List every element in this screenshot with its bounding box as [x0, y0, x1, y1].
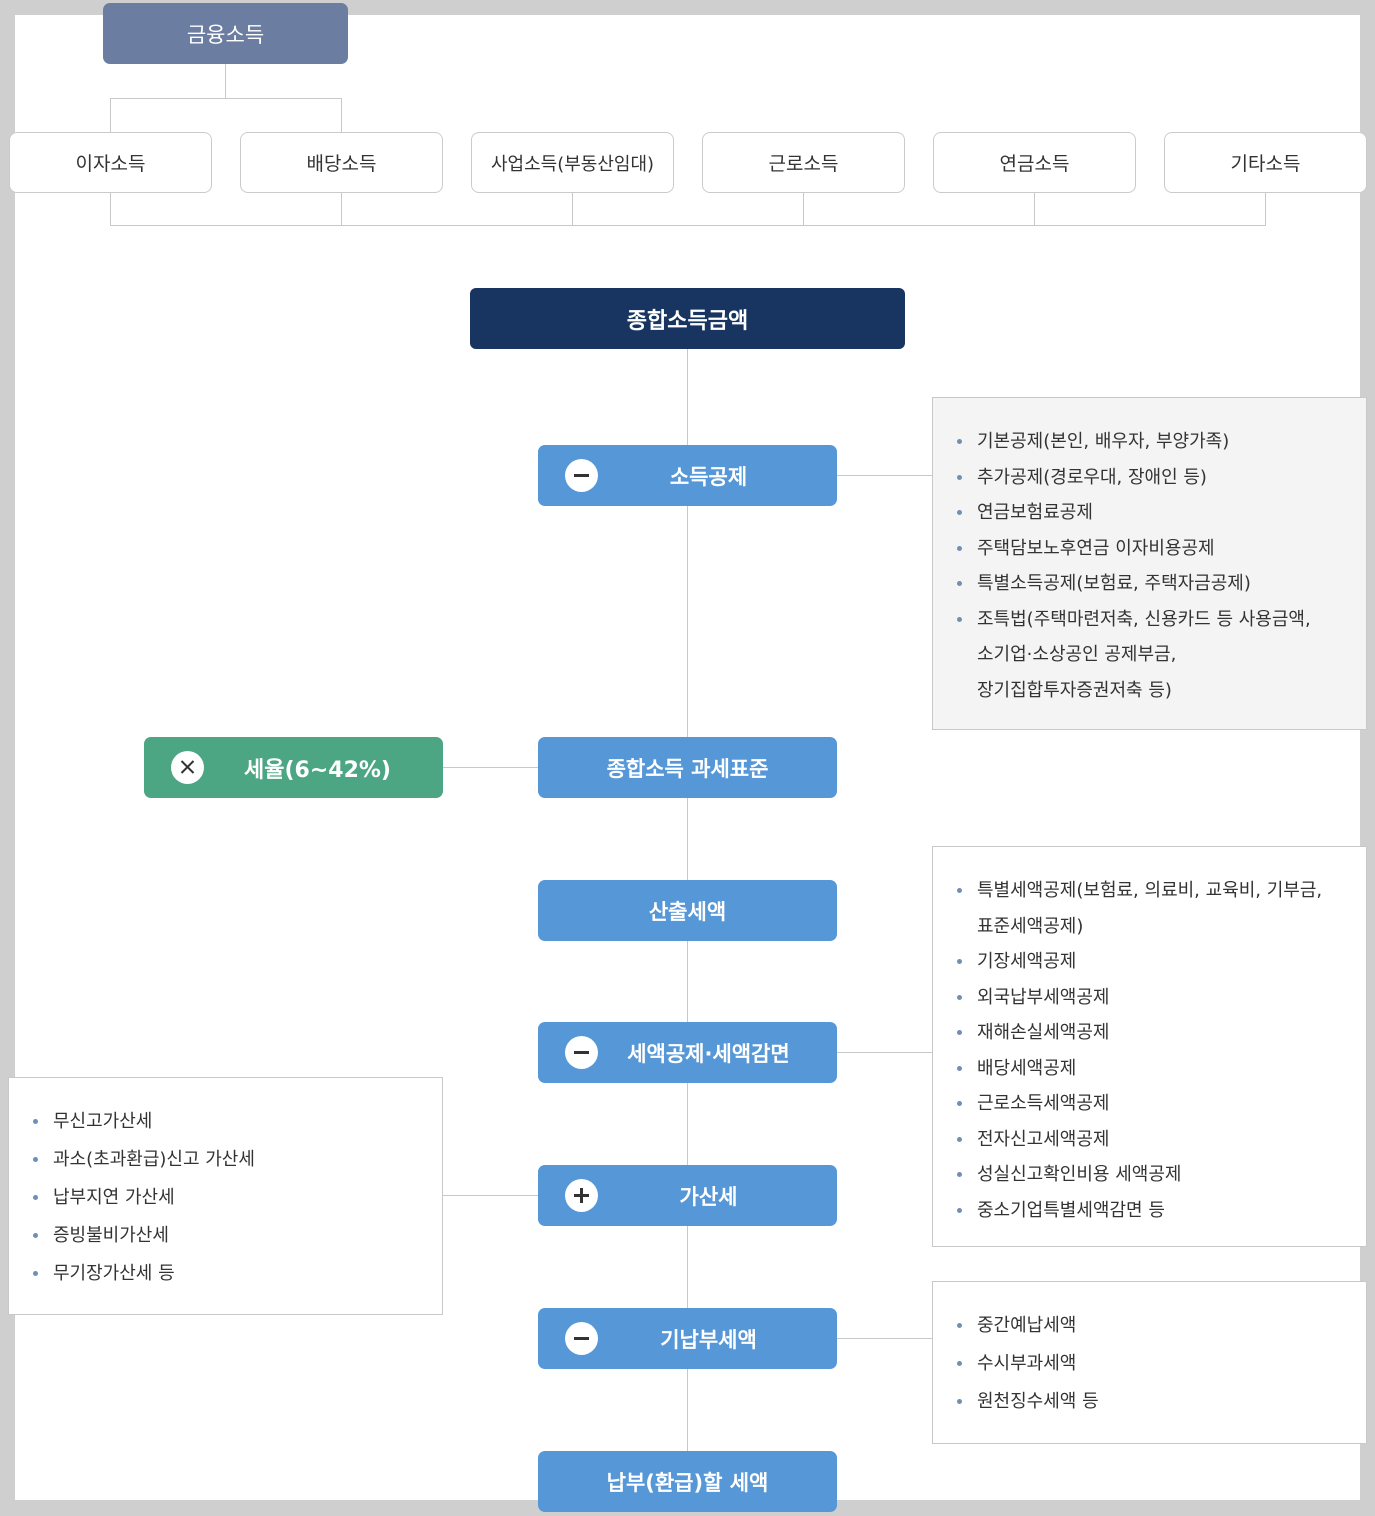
additional-tax-label: 가산세	[679, 1184, 738, 1209]
connector-line	[442, 1195, 539, 1196]
connector-line	[110, 225, 1266, 226]
list-item-continuation: 표준세액공제)	[977, 915, 1084, 937]
list-item: 전자신고세액공제	[957, 1122, 1366, 1158]
tax-credit-note: 특별세액공제(보험료, 의료비, 교육비, 기부금, 표준세액공제) 기장세액공…	[932, 846, 1367, 1247]
prepaid-tax-label: 기납부세액	[660, 1327, 757, 1352]
source-business-income: 사업소득(부동산임대)	[471, 132, 674, 193]
list-item: 납부지연 가산세	[33, 1179, 442, 1217]
source-other-income: 기타소득	[1164, 132, 1367, 193]
connector-line	[1034, 193, 1035, 226]
list-item: 성실신고확인비용 세액공제	[957, 1157, 1366, 1193]
connector-line	[110, 98, 342, 99]
list-item: 외국납부세액공제	[957, 980, 1366, 1016]
list-item: 중간예납세액	[957, 1307, 1366, 1345]
total-income-label: 종합소득금액	[626, 308, 749, 334]
list-item: 추가공제(경로우대, 장애인 등)	[957, 460, 1366, 496]
calculated-tax-label: 산출세액	[648, 899, 727, 924]
list-item: 주택담보노후연금 이자비용공제	[957, 531, 1366, 567]
connector-line	[1265, 193, 1266, 226]
additional-tax-node: 가산세	[538, 1165, 837, 1226]
list-item: 배당세액공제	[957, 1051, 1366, 1087]
list-item: 증빙불비가산세	[33, 1217, 442, 1255]
source-interest-income: 이자소득	[9, 132, 212, 193]
tax-rate-node: 세율(6~42%)	[144, 737, 443, 798]
prepaid-tax-note: 중간예납세액 수시부과세액 원천징수세액 등	[932, 1281, 1367, 1444]
source-label: 기타소득	[1230, 153, 1301, 175]
source-pension-income: 연금소득	[933, 132, 1136, 193]
tax-rate-label: 세율(6~42%)	[244, 757, 391, 783]
source-earned-income: 근로소득	[702, 132, 905, 193]
list-item: 무신고가산세	[33, 1103, 442, 1141]
list-item: 기본공제(본인, 배우자, 부양가족)	[957, 424, 1366, 460]
multiply-icon	[171, 751, 204, 784]
final-tax-label: 납부(환급)할 세액	[606, 1470, 769, 1495]
list-item: 연금보험료공제	[957, 495, 1366, 531]
source-dividend-income: 배당소득	[240, 132, 443, 193]
list-item: 조특법(주택마련저축, 신용카드 등 사용금액,	[957, 602, 1366, 638]
prepaid-tax-node: 기납부세액	[538, 1308, 837, 1369]
list-item: 중소기업특별세액감면 등	[957, 1193, 1366, 1229]
list-item-continuation: 장기집합투자증권저축 등)	[977, 679, 1172, 701]
income-deduction-node: 소득공제	[538, 445, 837, 506]
list-item-continuation: 소기업·소상공인 공제부금,	[977, 644, 1177, 665]
connector-line	[341, 193, 342, 226]
source-label: 배당소득	[306, 153, 377, 175]
source-label: 사업소득(부동산임대)	[490, 153, 655, 175]
list-item: 근로소득세액공제	[957, 1086, 1366, 1122]
tax-credit-label: 세액공제·세액감면	[627, 1041, 790, 1066]
total-income-node: 종합소득금액	[470, 288, 905, 349]
list-item: 재해손실세액공제	[957, 1015, 1366, 1051]
list-item: 기장세액공제	[957, 944, 1366, 980]
income-deduction-note: 기본공제(본인, 배우자, 부양가족) 추가공제(경로우대, 장애인 등) 연금…	[932, 397, 1367, 730]
calculated-tax-node: 산출세액	[538, 880, 837, 941]
list-item: 무기장가산세 등	[33, 1255, 442, 1293]
source-label: 근로소득	[768, 153, 839, 175]
income-deduction-label: 소득공제	[669, 464, 748, 489]
connector-line	[836, 475, 933, 476]
financial-income-node: 금융소득	[103, 3, 348, 64]
list-item: 원천징수세액 등	[957, 1383, 1366, 1421]
final-tax-node: 납부(환급)할 세액	[538, 1451, 837, 1512]
list-item: 과소(초과환급)신고 가산세	[33, 1141, 442, 1179]
connector-line	[225, 64, 226, 99]
tax-credit-node: 세액공제·세액감면	[538, 1022, 837, 1083]
source-label: 이자소득	[75, 153, 146, 175]
connector-line	[836, 1338, 933, 1339]
financial-income-label: 금융소득	[186, 22, 265, 47]
connector-line	[110, 98, 111, 132]
list-item: 특별세액공제(보험료, 의료비, 교육비, 기부금,	[957, 873, 1366, 909]
connector-line	[110, 193, 111, 226]
connector-line	[572, 193, 573, 226]
tax-base-node: 종합소득 과세표준	[538, 737, 837, 798]
connector-line	[836, 1052, 933, 1053]
connector-line	[341, 98, 342, 132]
source-label: 연금소득	[999, 153, 1070, 175]
connector-line	[442, 767, 539, 768]
list-item: 수시부과세액	[957, 1345, 1366, 1383]
tax-base-label: 종합소득 과세표준	[606, 756, 769, 781]
list-item: 특별소득공제(보험료, 주택자금공제)	[957, 566, 1366, 602]
connector-line	[803, 193, 804, 226]
additional-tax-note: 무신고가산세 과소(초과환급)신고 가산세 납부지연 가산세 증빙불비가산세 무…	[8, 1077, 443, 1315]
